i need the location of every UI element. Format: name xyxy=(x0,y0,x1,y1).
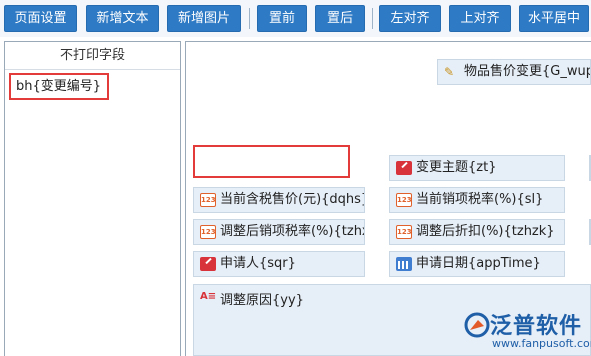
selected-empty-box[interactable] xyxy=(193,145,350,178)
toolbar: 页面设置 新增文本 新增图片 置前 置后 左对齐 上对齐 水平居中 xyxy=(0,0,591,37)
text-lines-icon: A≡ xyxy=(200,291,217,302)
panel-title: 不打印字段 xyxy=(5,42,180,70)
align-top-button[interactable]: 上对齐 xyxy=(449,5,511,32)
edit-icon xyxy=(396,161,412,175)
number-icon: 123 xyxy=(396,225,412,239)
field-change-subject[interactable]: 变更主题{zt} xyxy=(389,155,565,181)
field-label: 当前销项税率(%){sl} xyxy=(416,192,544,207)
field-label: 变更主题{zt} xyxy=(416,160,497,175)
edit-icon xyxy=(200,257,216,271)
number-icon: 123 xyxy=(396,193,412,207)
add-text-button[interactable]: 新增文本 xyxy=(86,5,159,32)
field-label: 调整原因{yy} xyxy=(220,293,304,308)
tag-icon: ✎ xyxy=(444,65,455,79)
add-image-button[interactable]: 新增图片 xyxy=(167,5,241,32)
field-label: 当前含税售价(元){dqhs} xyxy=(220,192,365,207)
field-label: 调整后折扣(%){tzhzk} xyxy=(416,224,555,239)
header-field[interactable]: ✎ 物品售价变更{G_wupi xyxy=(437,59,591,85)
number-icon: 123 xyxy=(200,225,216,239)
fanpu-logo: 泛普软件 www.fanpusoft.com xyxy=(460,306,591,352)
field-label: 调整后销项税率(%){tzhx} xyxy=(220,224,365,239)
non-print-fields-panel: 不打印字段 bh{变更编号} xyxy=(4,41,181,356)
field-price-incl-tax[interactable]: 123 当前含税售价(元){dqhs} xyxy=(193,187,365,213)
field-item-bh[interactable]: bh{变更编号} xyxy=(9,73,109,100)
logo-url: www.fanpusoft.com xyxy=(492,337,591,350)
field-applicant[interactable]: 申请人{sqr} xyxy=(193,251,365,277)
field-adjusted-tax-rate[interactable]: 123 调整后销项税率(%){tzhx} xyxy=(193,219,365,245)
logo-mark-icon xyxy=(464,312,490,338)
field-label: 申请人{sqr} xyxy=(220,256,296,271)
field-label: 申请日期{appTime} xyxy=(416,256,541,271)
logo-name: 泛普软件 xyxy=(490,314,583,339)
toolbar-separator xyxy=(372,8,373,29)
calendar-icon xyxy=(396,257,412,271)
toolbar-separator xyxy=(249,8,250,29)
number-icon: 123 xyxy=(200,193,216,207)
center-horizontal-button[interactable]: 水平居中 xyxy=(519,5,589,32)
send-back-button[interactable]: 置后 xyxy=(315,5,365,32)
bring-front-button[interactable]: 置前 xyxy=(257,5,307,32)
field-current-tax-rate[interactable]: 123 当前销项税率(%){sl} xyxy=(389,187,565,213)
field-apply-date[interactable]: 申请日期{appTime} xyxy=(389,251,565,277)
field-label: 物品售价变更{G_wupi xyxy=(464,64,591,79)
field-adjusted-discount[interactable]: 123 调整后折扣(%){tzhzk} xyxy=(389,219,565,245)
align-left-button[interactable]: 左对齐 xyxy=(379,5,441,32)
page-setup-button[interactable]: 页面设置 xyxy=(4,5,77,32)
